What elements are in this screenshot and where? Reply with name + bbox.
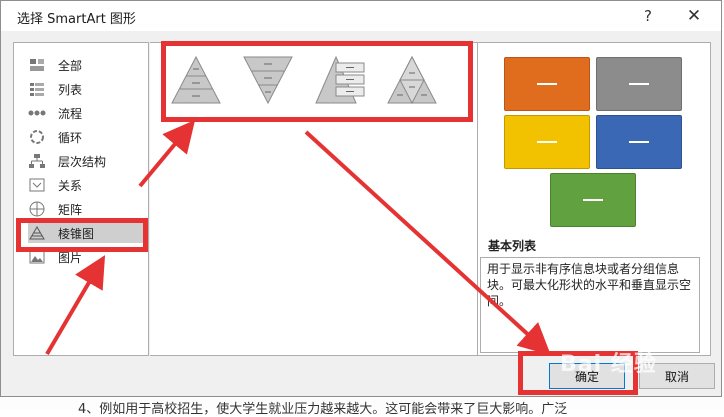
arrow-to-category: [45, 255, 106, 356]
watermark: Bai 经验: [560, 352, 657, 377]
arrow-to-ok: [304, 130, 551, 356]
arrow-to-layouts: [138, 119, 196, 188]
